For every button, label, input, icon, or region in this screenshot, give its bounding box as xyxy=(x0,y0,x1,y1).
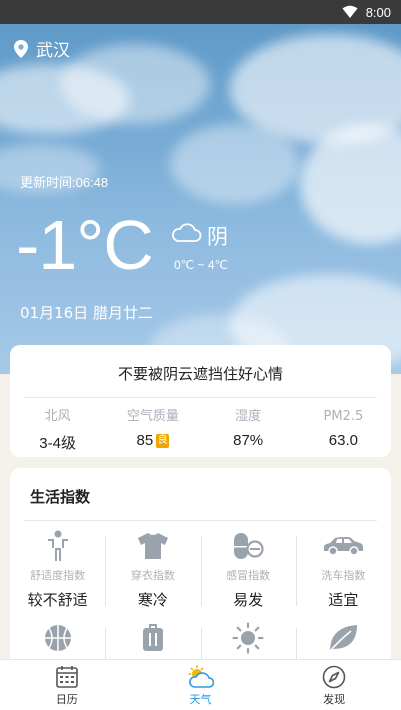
stat-label: 湿度 xyxy=(235,409,262,424)
stat-wind: 北风 3-4级 xyxy=(10,407,105,453)
nav-item-weather[interactable]: 天气 xyxy=(134,660,268,710)
bottom-nav: 日历 天气 发现 xyxy=(0,659,401,710)
condition-text: 阴 xyxy=(207,225,228,249)
status-time: 8:00 xyxy=(365,4,391,20)
aqi-badge: 良 xyxy=(156,433,170,448)
life-item-value: 寒冷 xyxy=(137,591,168,609)
life-item-sport[interactable] xyxy=(10,622,105,654)
weather-stats: 北风 3-4级 空气质量 85 良 湿度 87% PM2.5 63.0 xyxy=(10,407,391,453)
cloudy-icon xyxy=(172,223,202,242)
luggage-icon xyxy=(142,624,163,651)
stat-label: PM2.5 xyxy=(323,409,364,424)
stat-value: 63.0 xyxy=(328,432,358,449)
summary-card: 不要被阴云遮挡住好心情 北风 3-4级 空气质量 85 良 湿度 87% PM2… xyxy=(10,345,391,457)
calendar-icon xyxy=(56,666,78,688)
car-icon xyxy=(324,537,364,556)
basketball-icon xyxy=(44,625,71,651)
current-temperature: -1°C xyxy=(16,206,154,284)
life-index-row: 舒适度指数 较不舒适 穿衣指数 寒冷 感冒指数 易发 洗车指数 适宜 xyxy=(10,530,391,610)
life-item-cold[interactable]: 感冒指数 易发 xyxy=(200,530,296,610)
stat-value: 85 xyxy=(136,432,154,449)
life-item-carwash[interactable]: 洗车指数 适宜 xyxy=(295,530,391,610)
life-item-label: 穿衣指数 xyxy=(130,569,175,582)
life-item-value: 适宜 xyxy=(328,591,359,609)
life-item-value: 较不舒适 xyxy=(27,591,88,609)
life-index-card: 生活指数 舒适度指数 较不舒适 穿衣指数 寒冷 感冒指数 易发 洗车指数 适宜 xyxy=(10,468,391,668)
life-item-comfort[interactable]: 舒适度指数 较不舒适 xyxy=(10,530,105,610)
person-icon xyxy=(47,530,68,561)
divider xyxy=(24,520,377,521)
stat-value-wrap: 63.0 xyxy=(296,432,391,449)
compass-icon xyxy=(322,665,346,689)
stat-air-quality: 空气质量 85 良 xyxy=(105,407,200,453)
life-index-title: 生活指数 xyxy=(30,488,91,506)
stat-value-wrap: 85 良 xyxy=(105,432,200,449)
life-index-row xyxy=(10,622,391,668)
life-item-uv[interactable] xyxy=(200,622,296,668)
sun-icon xyxy=(232,622,264,654)
wifi-icon xyxy=(342,5,358,18)
divider xyxy=(24,397,377,398)
stat-value-wrap: 3-4级 xyxy=(10,432,105,453)
update-time: 更新时间:06:48 xyxy=(20,175,109,190)
location-pin-icon xyxy=(14,39,28,58)
date-lunar: 01月16日 腊月廿二 xyxy=(20,304,153,322)
nav-label: 天气 xyxy=(189,693,212,706)
stat-value: 3-4级 xyxy=(39,435,76,452)
life-item-value: 易发 xyxy=(233,591,264,609)
life-item-allergy[interactable] xyxy=(295,622,391,668)
life-item-label: 感冒指数 xyxy=(226,569,271,582)
stat-humidity: 湿度 87% xyxy=(201,407,296,453)
city-name: 武汉 xyxy=(36,41,70,61)
stat-label: 北风 xyxy=(44,409,71,424)
stat-value: 87% xyxy=(233,432,264,449)
weather-icon xyxy=(188,665,215,688)
status-bar: 8:00 xyxy=(0,0,401,24)
nav-label: 发现 xyxy=(323,693,346,706)
shirt-icon xyxy=(137,533,168,559)
nav-item-discover[interactable]: 发现 xyxy=(267,660,401,710)
stat-pm25: PM2.5 63.0 xyxy=(296,407,391,453)
life-item-clothing[interactable]: 穿衣指数 寒冷 xyxy=(105,530,200,610)
weather-slogan: 不要被阴云遮挡住好心情 xyxy=(117,365,283,383)
life-item-travel[interactable] xyxy=(105,622,200,668)
temperature-range: 0℃ ~ 4℃ xyxy=(174,258,228,272)
life-item-label: 舒适度指数 xyxy=(30,569,86,582)
leaf-icon xyxy=(329,625,358,652)
life-item-label: 洗车指数 xyxy=(321,569,366,582)
weather-header: 武汉 更新时间:06:48 -1°C 阴 0℃ ~ 4℃ 01月16日 腊月廿二 xyxy=(0,24,401,374)
pill-icon xyxy=(234,533,264,559)
location[interactable]: 武汉 xyxy=(14,36,70,61)
stat-value-wrap: 87% xyxy=(201,432,296,449)
stat-label: 空气质量 xyxy=(126,409,179,424)
nav-label: 日历 xyxy=(55,693,78,706)
nav-item-calendar[interactable]: 日历 xyxy=(0,660,134,710)
